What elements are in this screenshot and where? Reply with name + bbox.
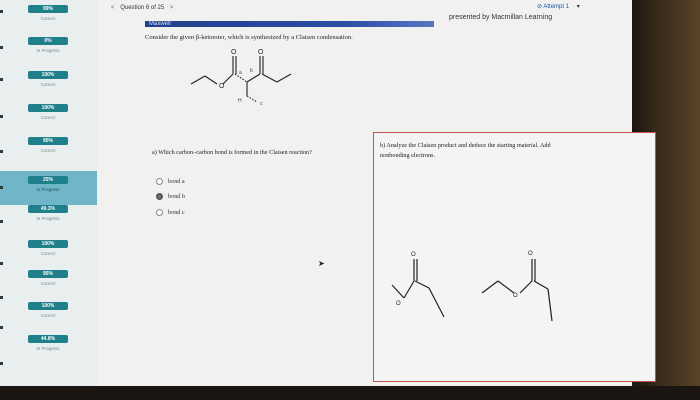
progress-status-label: Correct: [40, 313, 56, 318]
attempt-indicator[interactable]: ⊘ Attempt 1 ▾: [537, 3, 580, 10]
svg-text:O: O: [219, 83, 225, 90]
svg-text:O: O: [396, 301, 401, 307]
sidebar-question-item[interactable]: 100% Correct: [0, 297, 97, 331]
prev-question-button[interactable]: <: [111, 5, 115, 11]
presented-by-text: presented by Macmillan Learning: [449, 14, 553, 21]
progress-percent-badge: 0%: [28, 37, 68, 45]
sidebar-question-item[interactable]: 95% Correct: [0, 132, 97, 166]
sidebar-edge-mark: [0, 296, 3, 299]
svg-text:O: O: [528, 251, 533, 257]
option-bond-c-label: bond c: [168, 209, 185, 216]
sidebar-edge-mark: [0, 78, 3, 81]
radio-bond-a[interactable]: [156, 178, 163, 185]
progress-status-label: In Progress: [36, 216, 60, 221]
beta-ketoester-structure: O O O a b c H: [190, 49, 292, 107]
sidebar-question-item[interactable]: 100% Correct: [0, 99, 97, 133]
progress-sidebar: 99% Correct 0% In Progress 100% Correct 100% Co…: [0, 0, 97, 392]
progress-status-label: Correct: [40, 115, 56, 120]
progress-percent-badge: 100%: [28, 104, 68, 112]
attempt-icon: ⊘: [537, 4, 543, 10]
next-question-button[interactable]: >: [170, 5, 174, 11]
progress-percent-badge: 100%: [28, 240, 68, 248]
svg-text:O: O: [411, 252, 416, 258]
sidebar-question-item[interactable]: 49.3% In Progress: [0, 200, 97, 234]
sidebar-edge-mark: [0, 326, 3, 329]
brand-bar: Maxwell: [145, 21, 434, 27]
main-panel: < Question 6 of 25 > ⊘ Attempt 1 ▾ prese…: [97, 0, 656, 392]
sidebar-question-item[interactable]: 100% Correct: [0, 66, 97, 100]
option-bond-a[interactable]: bond a: [156, 177, 185, 186]
progress-status-label: Correct: [40, 281, 56, 286]
sidebar-question-item[interactable]: 44.8% In Progress: [0, 330, 97, 364]
attempt-label: Attempt 1: [543, 4, 570, 10]
chevron-down-icon: ▾: [576, 4, 580, 10]
hydrogen-label: H: [238, 98, 242, 104]
progress-status-label: In Progress: [36, 48, 60, 53]
progress-status-label: Correct: [40, 148, 56, 153]
bond-a-label: a: [239, 70, 242, 76]
progress-percent-badge: 25%: [28, 176, 68, 184]
bond-b-label: b: [250, 68, 253, 74]
question-label: Question 6 of 25: [120, 5, 165, 11]
bond-c-label: c: [260, 101, 263, 107]
radio-bond-c[interactable]: [156, 209, 163, 216]
progress-percent-badge: 95%: [28, 270, 68, 278]
option-bond-c[interactable]: bond c: [156, 208, 185, 217]
sidebar-question-item[interactable]: 99% Correct: [0, 0, 97, 34]
photo-frame-bottom: [0, 386, 700, 400]
mouse-cursor-icon: ➤: [318, 259, 325, 268]
progress-percent-badge: 44.8%: [28, 335, 68, 343]
svg-text:O: O: [258, 49, 264, 56]
svg-text:O: O: [231, 49, 237, 56]
progress-percent-badge: 95%: [28, 137, 68, 145]
sidebar-edge-mark: [0, 115, 3, 118]
sidebar-question-item[interactable]: 100% Correct: [0, 235, 97, 269]
sidebar-edge-mark: [0, 10, 3, 13]
part-a-question: a) Which carbon–carbon bond is formed in…: [152, 149, 312, 156]
brand-logo-text: Maxwell: [149, 21, 171, 27]
sidebar-edge-mark: [0, 220, 3, 223]
svg-text:O: O: [513, 293, 518, 299]
option-bond-b-label: bond b: [168, 193, 186, 200]
progress-status-label: Correct: [40, 251, 56, 256]
question-prompt: Consider the given β-ketoester, which is…: [145, 34, 353, 41]
sidebar-edge-mark: [0, 46, 3, 49]
progress-percent-badge: 99%: [28, 5, 68, 13]
question-nav: < Question 6 of 25 >: [107, 5, 177, 11]
progress-percent-badge: 49.3%: [28, 205, 68, 213]
option-bond-a-label: bond a: [168, 178, 185, 185]
sidebar-question-item[interactable]: 0% In Progress: [0, 32, 97, 66]
option-bond-b[interactable]: bond b: [156, 192, 185, 201]
sidebar-edge-mark: [0, 362, 3, 365]
sidebar-edge-mark: [0, 150, 3, 153]
sidebar-question-item[interactable]: 95% Correct: [0, 265, 97, 299]
part-b-panel: b) Analyze the Claisen product and deduc…: [373, 132, 656, 382]
progress-status-label: Correct: [40, 16, 56, 21]
sidebar-edge-mark: [0, 186, 3, 189]
progress-percent-badge: 100%: [28, 71, 68, 79]
progress-percent-badge: 100%: [28, 302, 68, 310]
progress-status-label: In Progress: [36, 346, 60, 351]
sidebar-edge-mark: [0, 262, 3, 265]
starting-material-drawing-area[interactable]: O O O O: [374, 133, 654, 379]
progress-status-label: In Progress: [36, 187, 60, 192]
radio-bond-b[interactable]: [156, 193, 163, 200]
progress-status-label: Correct: [40, 82, 56, 87]
